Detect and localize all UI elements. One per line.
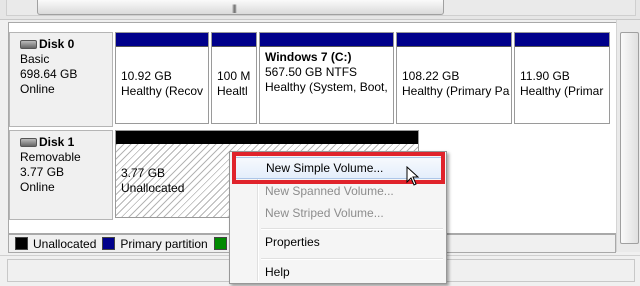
legend-swatch: [102, 237, 116, 250]
partition-recovery[interactable]: 10.92 GB Healthy (Recov: [115, 32, 209, 124]
menu-item-new-striped-volume[interactable]: New Striped Volume...: [232, 202, 444, 224]
legend-swatch: [213, 237, 227, 250]
partition-status: Healtl: [217, 84, 248, 98]
hard-disk-icon: [20, 40, 37, 49]
vertical-scroll-thumb[interactable]: [620, 32, 639, 244]
partition-system-reserved[interactable]: 100 M Healtl: [211, 32, 257, 124]
disk-status: Online: [20, 82, 55, 96]
partition-size: 100 M: [217, 69, 251, 83]
disk-type: Removable: [20, 150, 81, 164]
primary-partition-bar: [515, 33, 609, 47]
disk-1-info[interactable]: Disk 1 Removable 3.77 GB Online: [9, 130, 113, 220]
disk-size: 3.77 GB: [20, 165, 65, 179]
mouse-pointer-icon: [406, 166, 420, 186]
menu-item-properties[interactable]: Properties: [232, 231, 444, 253]
menu-separator: [261, 258, 443, 260]
vertical-scrollbar[interactable]: [616, 20, 640, 252]
scroll-grip: |||: [232, 3, 237, 13]
horizontal-scrollbar[interactable]: |||: [0, 0, 640, 20]
partition-name: Windows 7 (C:): [265, 50, 352, 64]
menu-item-help[interactable]: Help: [232, 261, 444, 283]
partition-status: Healthy (Primary Pa: [402, 84, 510, 98]
disk-0-info[interactable]: Disk 0 Basic 698.64 GB Online: [9, 32, 113, 127]
primary-partition-bar: [260, 33, 393, 47]
partition-size: 10.92 GB: [121, 69, 172, 83]
disk-name: Disk 1: [39, 135, 75, 149]
horizontal-scroll-track[interactable]: |||: [6, 0, 636, 16]
primary-partition-bar: [397, 33, 511, 47]
menu-separator: [261, 228, 443, 230]
disk-size: 698.64 GB: [20, 67, 78, 81]
unallocated-bar: [116, 131, 418, 144]
legend-item-primary: Primary partition: [102, 237, 208, 251]
partition-primary-108[interactable]: 108.22 GB Healthy (Primary Pa: [396, 32, 512, 124]
disk-status: Online: [20, 180, 55, 194]
partition-size: 108.22 GB: [402, 69, 460, 83]
primary-partition-bar: [116, 33, 208, 47]
primary-partition-bar: [212, 33, 256, 47]
disk-row-0: Disk 0 Basic 698.64 GB Online 10.92 GB H…: [9, 32, 617, 127]
partition-status: Healthy (Primar: [520, 84, 604, 98]
horizontal-scroll-thumb[interactable]: |||: [37, 0, 444, 15]
partition-status: Healthy (Recov: [121, 84, 204, 98]
partition-status: Healthy (System, Boot,: [265, 80, 388, 94]
removable-disk-icon: [20, 138, 37, 147]
partition-size: 11.90 GB: [520, 69, 570, 83]
partition-primary-11[interactable]: 11.90 GB Healthy (Primar: [514, 32, 610, 124]
disk-type: Basic: [20, 52, 50, 66]
legend-item-unallocated: Unallocated: [15, 237, 96, 251]
partition-size: 567.50 GB NTFS: [265, 65, 358, 79]
disk-name: Disk 0: [39, 37, 75, 51]
partition-windows-7[interactable]: Windows 7 (C:) 567.50 GB NTFS Healthy (S…: [259, 32, 394, 124]
legend-swatch: [15, 237, 28, 250]
